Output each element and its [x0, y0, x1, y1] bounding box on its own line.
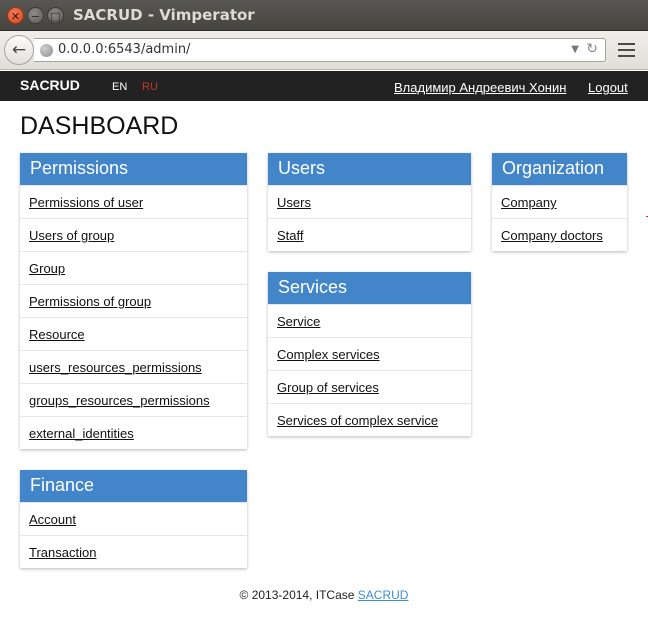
- panel-link[interactable]: users_resources_permissions: [20, 350, 247, 383]
- dropdown-icon[interactable]: ▼: [571, 44, 579, 55]
- users-panel: Users Users Staff: [268, 153, 471, 251]
- panel-link[interactable]: groups_resources_permissions: [20, 383, 247, 416]
- user-profile-link[interactable]: Владимир Андреевич Хонин: [394, 80, 566, 95]
- panel-link[interactable]: Complex services: [268, 337, 471, 370]
- footer-copyright: © 2013-2014, ITCase: [239, 588, 355, 602]
- panel-link[interactable]: Service: [268, 304, 471, 337]
- panel-link[interactable]: Group of services: [268, 370, 471, 403]
- hamburger-menu-icon[interactable]: [618, 43, 635, 57]
- panel-link[interactable]: Account: [20, 502, 247, 535]
- panel-link[interactable]: Transaction: [20, 535, 247, 568]
- reload-icon[interactable]: ↻: [586, 41, 598, 57]
- finance-panel: Finance Account Transaction: [20, 470, 247, 568]
- panel-link[interactable]: Permissions of group: [20, 284, 247, 317]
- address-bar[interactable]: 0.0.0.0:6543/admin/ ▼ ↻: [34, 38, 606, 62]
- back-arrow-icon[interactable]: ←: [4, 35, 34, 65]
- panel-link[interactable]: Permissions of user: [20, 185, 247, 218]
- panel-link[interactable]: Company doctors: [492, 218, 627, 251]
- page-title: DASHBOARD: [20, 112, 179, 140]
- close-window-button[interactable]: ✕: [7, 7, 24, 24]
- logout-link[interactable]: Logout: [588, 80, 628, 95]
- minimize-window-button[interactable]: −: [27, 7, 44, 24]
- window-titlebar: ✕ − □ SACRUD - Vimperator: [0, 0, 648, 31]
- panel-link[interactable]: Users of group: [20, 218, 247, 251]
- panel-link[interactable]: Resource: [20, 317, 247, 350]
- panel-title: Permissions: [20, 153, 247, 185]
- panel-link[interactable]: Company: [492, 185, 627, 218]
- panel-link[interactable]: external_identities: [20, 416, 247, 449]
- maximize-window-button[interactable]: □: [47, 7, 64, 24]
- panel-title: Users: [268, 153, 471, 185]
- browser-toolbar: ← 0.0.0.0:6543/admin/ ▼ ↻: [0, 31, 648, 70]
- panel-title: Finance: [20, 470, 247, 502]
- globe-icon: [40, 44, 53, 57]
- panel-title: Organization: [492, 153, 627, 185]
- panel-link[interactable]: Services of complex service: [268, 403, 471, 436]
- panel-link[interactable]: Staff: [268, 218, 471, 251]
- lang-en-link[interactable]: EN: [112, 81, 127, 93]
- services-panel: Services Service Complex services Group …: [268, 272, 471, 436]
- panel-link[interactable]: Users: [268, 185, 471, 218]
- footer-sacrud-link[interactable]: SACRUD: [358, 588, 409, 602]
- app-navbar: SACRUD EN RU Владимир Андреевич Хонин Lo…: [0, 71, 648, 101]
- footer: © 2013-2014, ITCase SACRUD: [0, 588, 648, 602]
- panel-link[interactable]: Group: [20, 251, 247, 284]
- brand-link[interactable]: SACRUD: [20, 77, 80, 93]
- url-text[interactable]: 0.0.0.0:6543/admin/: [58, 42, 190, 57]
- window-title: SACRUD - Vimperator: [73, 6, 255, 24]
- organization-panel: Organization Company Company doctors: [492, 153, 627, 251]
- permissions-panel: Permissions Permissions of user Users of…: [20, 153, 247, 449]
- panel-title: Services: [268, 272, 471, 304]
- lang-ru-link[interactable]: RU: [142, 81, 158, 93]
